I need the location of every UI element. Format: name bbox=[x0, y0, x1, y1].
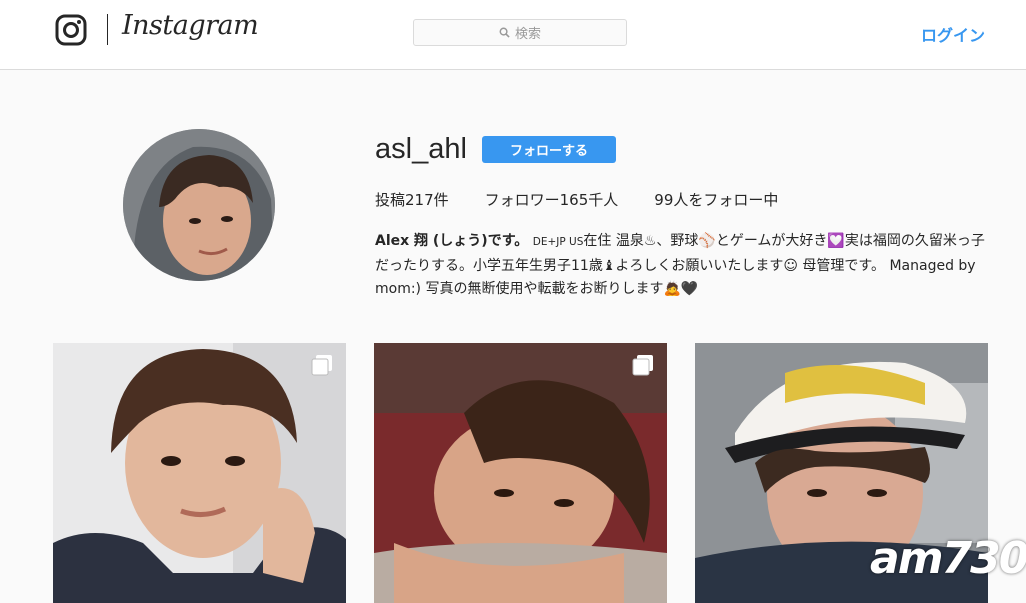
followers-count[interactable]: フォロワー165千人 bbox=[485, 189, 619, 210]
login-link[interactable]: ログイン bbox=[921, 22, 985, 46]
am730-watermark: am730 bbox=[870, 533, 1026, 584]
multiple-photos-icon bbox=[632, 355, 653, 376]
post-thumbnail-2[interactable] bbox=[374, 343, 667, 603]
bio-tag: DE+JP US bbox=[532, 236, 584, 248]
logo-divider bbox=[107, 14, 108, 45]
profile-username: asl_ahl bbox=[375, 133, 467, 165]
search-input[interactable]: 検索 bbox=[413, 19, 627, 46]
post-thumbnail-1[interactable] bbox=[53, 343, 346, 603]
profile-stats: 投稿217件 フォロワー165千人 99人をフォロー中 bbox=[375, 189, 778, 210]
avatar-photo bbox=[123, 129, 275, 281]
profile-bio: Alex 翔 (しょう)です。 DE+JP US在住 温泉♨、野球⚾とゲームが大… bbox=[375, 230, 990, 302]
following-count[interactable]: 99人をフォロー中 bbox=[654, 189, 778, 210]
bio-name: Alex 翔 (しょう)です。 bbox=[375, 233, 529, 249]
multiple-photos-icon bbox=[311, 355, 332, 376]
avatar bbox=[123, 129, 275, 281]
instagram-glyph-icon[interactable] bbox=[55, 14, 87, 46]
posts-count: 投稿217件 bbox=[375, 191, 449, 209]
search-placeholder: 検索 bbox=[514, 27, 541, 42]
follow-button[interactable]: フォローする bbox=[482, 136, 616, 163]
search-icon bbox=[499, 27, 510, 38]
top-nav: Instagram 検索 ログイン bbox=[0, 0, 1026, 70]
post-photo-2 bbox=[374, 343, 667, 603]
post-photo-1 bbox=[53, 343, 346, 603]
instagram-logo[interactable]: Instagram bbox=[122, 10, 259, 41]
